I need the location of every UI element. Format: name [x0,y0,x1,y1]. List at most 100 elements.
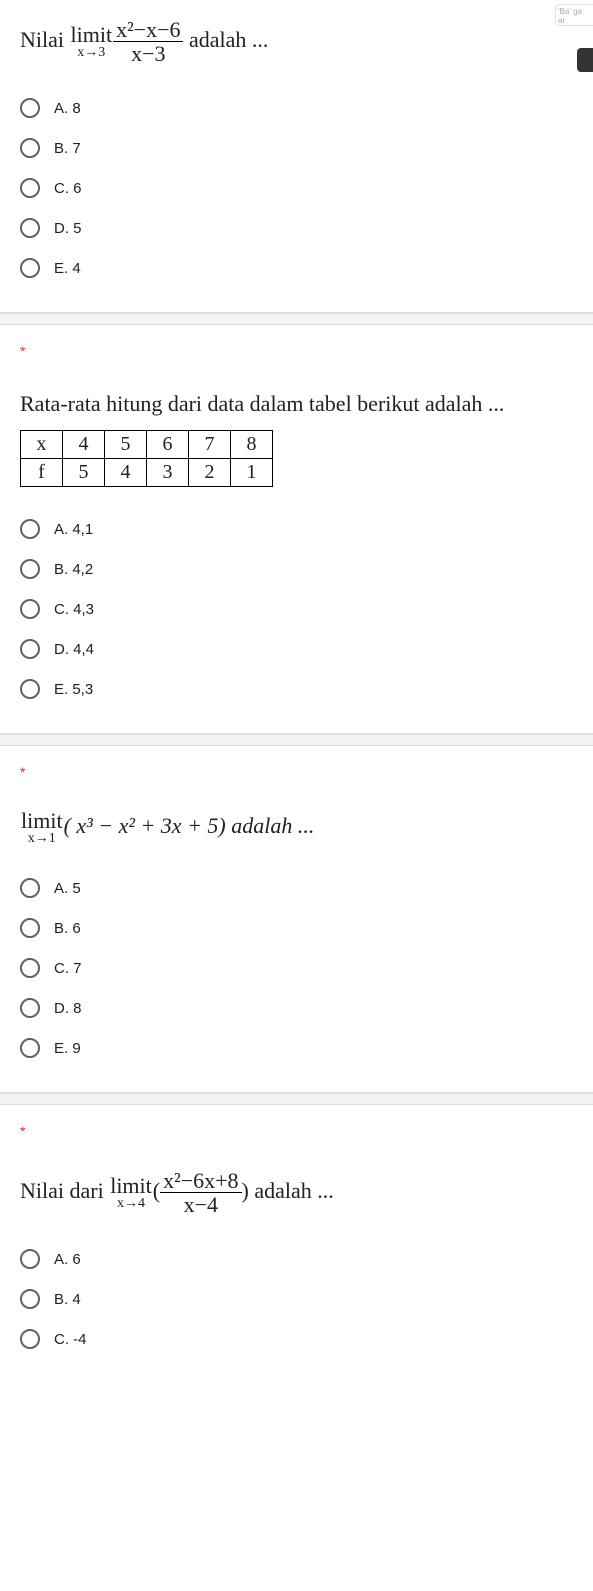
option-c[interactable]: C. 7 [20,948,573,988]
open-paren: ( [153,1178,160,1203]
option-label: C. -4 [54,1331,87,1348]
radio-icon [20,1329,40,1349]
option-d[interactable]: D. 5 [20,208,573,248]
table-cell: 5 [63,459,105,487]
option-e[interactable]: E. 4 [20,248,573,288]
corner-bar [577,48,593,72]
option-label: A. 6 [54,1251,81,1268]
limit-notation: limit x→1 [21,810,63,846]
limit-notation: limit x→4 [110,1175,152,1211]
card-divider [0,313,593,325]
radio-icon [20,998,40,1018]
limit-top: limit [110,1175,152,1197]
option-label: A. 5 [54,880,81,897]
limit-notation: limit x→3 [71,24,113,60]
fraction: x²−x−6 x−3 [113,18,183,66]
option-label: A. 8 [54,100,81,117]
radio-icon [20,559,40,579]
table-row: f 5 4 3 2 1 [21,459,273,487]
limit-bot: x→3 [71,46,113,60]
radio-icon [20,178,40,198]
q4-prefix: Nilai dari [20,1178,109,1203]
fraction-numerator: x²−x−6 [113,18,183,42]
data-table: x 4 5 6 7 8 f 5 4 3 2 1 [20,430,273,487]
radio-icon [20,98,40,118]
table-cell: 2 [189,459,231,487]
option-d[interactable]: D. 8 [20,988,573,1028]
question-title: Nilai dari limit x→4 ( x²−6x+8 x−4 ) ada… [20,1169,573,1217]
radio-icon [20,1038,40,1058]
required-marker: * [20,343,573,359]
option-b[interactable]: B. 4,2 [20,549,573,589]
radio-icon [20,958,40,978]
table-cell: 6 [147,431,189,459]
option-b[interactable]: B. 7 [20,128,573,168]
option-a[interactable]: A. 8 [20,88,573,128]
corner-badge-text: 'Ba' ga ar [558,7,582,25]
limit-top: limit [71,24,113,46]
q1-suffix: adalah ... [183,27,268,52]
option-label: E. 4 [54,260,81,277]
question-card-1: Nilai limit x→3 x²−x−6 x−3 adalah ... A.… [0,0,593,313]
table-cell: f [21,459,63,487]
radio-icon [20,138,40,158]
option-b[interactable]: B. 4 [20,1279,573,1319]
option-label: C. 6 [54,180,82,197]
option-label: E. 5,3 [54,681,93,698]
limit-bot: x→4 [110,1197,152,1211]
table-cell: 4 [63,431,105,459]
q1-prefix: Nilai [20,27,70,52]
option-label: B. 4,2 [54,561,93,578]
limit-top: limit [21,810,63,832]
required-marker: * [20,1123,573,1139]
option-a[interactable]: A. 4,1 [20,509,573,549]
option-a[interactable]: A. 6 [20,1239,573,1279]
question-title: limit x→1 ( x³ − x² + 3x + 5) adalah ... [20,810,573,846]
option-label: C. 4,3 [54,601,94,618]
question-title: Rata-rata hitung dari data dalam tabel b… [20,389,573,420]
radio-icon [20,519,40,539]
option-label: D. 4,4 [54,641,94,658]
option-c[interactable]: C. 6 [20,168,573,208]
fraction: x²−6x+8 x−4 [160,1169,241,1217]
option-b[interactable]: B. 6 [20,908,573,948]
radio-icon [20,878,40,898]
question-title: Nilai limit x→3 x²−x−6 x−3 adalah ... [20,18,573,66]
option-d[interactable]: D. 4,4 [20,629,573,669]
required-marker: * [20,764,573,780]
limit-bot: x→1 [21,832,63,846]
table-cell: 3 [147,459,189,487]
option-e[interactable]: E. 9 [20,1028,573,1068]
table-cell: 7 [189,431,231,459]
question-card-2: * Rata-rata hitung dari data dalam tabel… [0,325,593,734]
q4-suffix: adalah ... [249,1178,334,1203]
option-label: E. 9 [54,1040,81,1057]
close-paren: ) [242,1178,249,1203]
option-label: C. 7 [54,960,82,977]
table-cell: x [21,431,63,459]
radio-icon [20,599,40,619]
option-label: A. 4,1 [54,521,93,538]
fraction-numerator: x²−6x+8 [160,1169,241,1193]
radio-icon [20,1289,40,1309]
table-cell: 4 [105,459,147,487]
table-cell: 5 [105,431,147,459]
option-c[interactable]: C. -4 [20,1319,573,1359]
q3-expression: ( x³ − x² + 3x + 5) adalah ... [64,813,315,838]
radio-icon [20,218,40,238]
option-c[interactable]: C. 4,3 [20,589,573,629]
option-e[interactable]: E. 5,3 [20,669,573,709]
question-card-4: * Nilai dari limit x→4 ( x²−6x+8 x−4 ) a… [0,1105,593,1383]
corner-badge: 'Ba' ga ar [555,4,593,26]
option-label: B. 6 [54,920,81,937]
radio-icon [20,679,40,699]
card-divider [0,1093,593,1105]
option-label: D. 5 [54,220,82,237]
option-a[interactable]: A. 5 [20,868,573,908]
option-label: B. 7 [54,140,81,157]
option-label: D. 8 [54,1000,82,1017]
table-row: x 4 5 6 7 8 [21,431,273,459]
radio-icon [20,918,40,938]
table-cell: 1 [231,459,273,487]
radio-icon [20,639,40,659]
